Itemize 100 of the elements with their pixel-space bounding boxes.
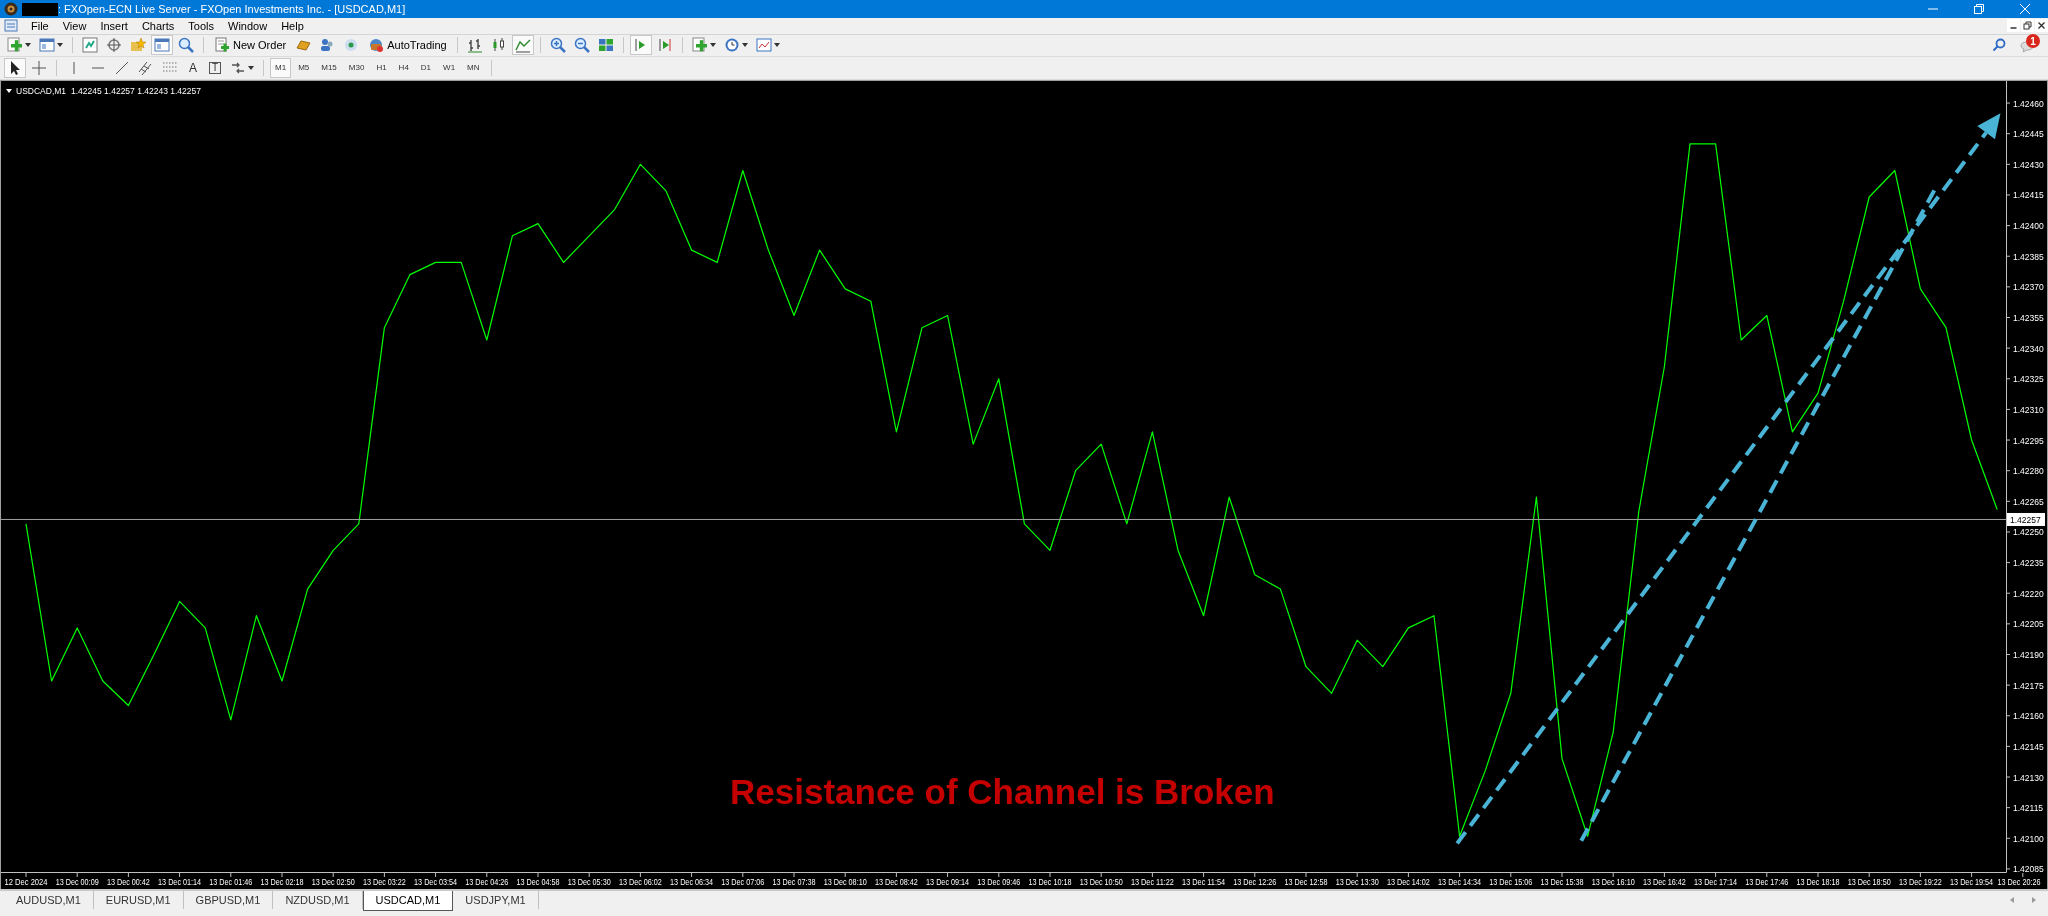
time-axis-label: 13 Dec 14:34 <box>1438 876 1489 887</box>
time-axis-label: 13 Dec 17:14 <box>1694 876 1745 887</box>
chart-tab[interactable]: USDJPY,M1 <box>453 890 539 909</box>
time-axis-label: 13 Dec 10:18 <box>1028 876 1080 887</box>
new-order-icon[interactable] <box>214 37 230 54</box>
price-axis-label: 1.42205 <box>2013 618 2044 629</box>
window-title: : FXOpen-ECN Live Server - FXOpen Investments Inc. - [USDCAD,M1] <box>58 3 406 15</box>
restore-icon[interactable] <box>1973 3 1985 15</box>
timeframe-button[interactable]: MN <box>462 57 485 78</box>
chart-tab[interactable]: EURUSD,M1 <box>93 890 184 909</box>
menu-item[interactable]: File <box>24 19 56 32</box>
text-tool[interactable]: A <box>183 57 203 78</box>
current-price-tag: 1.42257 <box>2007 512 2045 526</box>
time-axis-label: 13 Dec 06:34 <box>670 876 721 887</box>
time-axis-label: 13 Dec 04:26 <box>465 876 516 887</box>
label-tool[interactable]: T <box>205 57 225 78</box>
price-axis-label: 1.42445 <box>2013 128 2044 139</box>
time-axis-label: 13 Dec 03:54 <box>414 876 465 887</box>
price-axis-label: 1.42220 <box>2013 588 2044 599</box>
timeframe-button[interactable]: M1 <box>270 57 292 78</box>
chart-header: 1.42245 1.42257 1.42243 1.42257 <box>71 85 201 96</box>
price-axis-label: 1.42160 <box>2013 710 2044 721</box>
time-axis-label: 13 Dec 20:26 <box>1997 876 2047 887</box>
time-axis-label: 13 Dec 05:30 <box>567 876 619 887</box>
time-axis-label: 13 Dec 19:22 <box>1898 876 1950 887</box>
chart-shift-icon[interactable] <box>629 35 652 56</box>
time-axis-label: 13 Dec 07:38 <box>772 876 824 887</box>
menu-item[interactable]: Help <box>274 19 311 32</box>
price-axis-label: 1.42130 <box>2013 772 2044 783</box>
time-axis-label: 13 Dec 12:58 <box>1284 876 1336 887</box>
time-axis-label: 13 Dec 00:42 <box>106 876 158 887</box>
time-axis-label: 13 Dec 15:06 <box>1489 876 1540 887</box>
line-chart-icon[interactable] <box>511 35 534 56</box>
chart-symbol: USDCAD,M1 <box>16 85 67 96</box>
new-order-button[interactable]: New Order <box>210 35 291 56</box>
time-axis-label: 13 Dec 14:02 <box>1386 876 1438 887</box>
time-axis-label: 13 Dec 01:14 <box>158 876 209 887</box>
price-axis-label: 1.42175 <box>2013 680 2044 691</box>
price-axis-label: 1.42430 <box>2013 159 2044 170</box>
chart-tab[interactable]: NZDUSD,M1 <box>273 890 363 909</box>
chart-tab[interactable]: USDCAD,M1 <box>362 890 454 911</box>
minimize-button[interactable] <box>2007 19 2020 33</box>
time-axis-label: 13 Dec 11:22 <box>1130 876 1181 887</box>
chart-tab[interactable]: GBPUSD,M1 <box>183 890 274 909</box>
price-axis-label: 1.42190 <box>2013 649 2044 660</box>
timeframe-button[interactable]: H1 <box>371 57 392 78</box>
auto-trading-button[interactable]: AutoTrading <box>364 35 451 56</box>
close-icon[interactable] <box>2019 3 2031 15</box>
time-axis-label: 13 Dec 08:42 <box>874 876 926 887</box>
time-axis-label: 13 Dec 11:54 <box>1182 876 1233 887</box>
timeframe-button[interactable]: H4 <box>393 57 414 78</box>
price-axis-label: 1.42340 <box>2013 343 2044 354</box>
timeframe-button[interactable]: M15 <box>316 57 342 78</box>
time-axis-label: 13 Dec 16:10 <box>1591 876 1643 887</box>
data-window-icon[interactable] <box>151 35 173 56</box>
restore-button[interactable] <box>2021 19 2034 33</box>
time-axis-label: 13 Dec 06:02 <box>618 876 670 887</box>
auto-trading-icon[interactable] <box>368 37 385 54</box>
collapse-icon[interactable] <box>6 88 12 93</box>
time-axis-label: 13 Dec 00:09 <box>55 876 107 887</box>
price-axis-label: 1.42265 <box>2013 496 2044 507</box>
chart-tab[interactable]: AUDUSD,M1 <box>4 890 94 909</box>
market-watch-icon[interactable] <box>79 35 101 56</box>
price-axis-label: 1.42100 <box>2013 833 2044 844</box>
time-axis-label: 13 Dec 17:46 <box>1745 876 1796 887</box>
time-axis-label: 13 Dec 10:50 <box>1079 876 1131 887</box>
time-axis-label: 13 Dec 08:10 <box>823 876 875 887</box>
scroll-left-icon[interactable] <box>2008 895 2016 904</box>
timeframe-button[interactable]: M5 <box>293 57 315 78</box>
time-axis-label: 13 Dec 02:18 <box>260 876 312 887</box>
timeframe-button[interactable]: D1 <box>415 57 437 78</box>
price-axis-label: 1.42250 <box>2013 527 2044 538</box>
time-axis-label: 13 Dec 15:38 <box>1540 876 1592 887</box>
time-axis-label: 13 Dec 01:46 <box>209 876 260 887</box>
time-axis-label: 13 Dec 07:06 <box>721 876 772 887</box>
menu-item[interactable]: Tools <box>181 19 221 32</box>
time-axis-label: 13 Dec 12:26 <box>1233 876 1284 887</box>
price-axis-label: 1.42415 <box>2013 190 2044 201</box>
app-logo-icon <box>4 2 18 16</box>
timeframe-button[interactable]: W1 <box>438 57 461 78</box>
redacted-block <box>22 2 58 16</box>
menu-item[interactable]: View <box>55 19 94 32</box>
time-axis-label: 12 Dec 2024 <box>4 876 53 887</box>
time-axis-label: 13 Dec 04:58 <box>516 876 568 887</box>
menu-item[interactable]: Window <box>221 19 275 32</box>
cursor-icon[interactable] <box>4 57 26 78</box>
close-button[interactable] <box>2035 19 2048 33</box>
menu-item[interactable]: Insert <box>93 19 135 32</box>
price-axis-label: 1.42355 <box>2013 312 2044 323</box>
search-icon[interactable] <box>1992 38 2006 53</box>
scroll-right-icon[interactable] <box>2030 895 2038 904</box>
price-axis-label: 1.42085 <box>2013 864 2044 875</box>
price-axis-label: 1.42370 <box>2013 281 2044 292</box>
time-axis-label: 13 Dec 13:30 <box>1335 876 1387 887</box>
timeframe-button[interactable]: M30 <box>343 57 370 78</box>
price-axis-label: 1.42460 <box>2013 98 2044 109</box>
price-axis-label: 1.42235 <box>2013 557 2044 568</box>
time-axis-label: 13 Dec 02:50 <box>311 876 363 887</box>
price-axis-label: 1.42145 <box>2013 741 2044 752</box>
menu-item[interactable]: Charts <box>134 19 182 32</box>
